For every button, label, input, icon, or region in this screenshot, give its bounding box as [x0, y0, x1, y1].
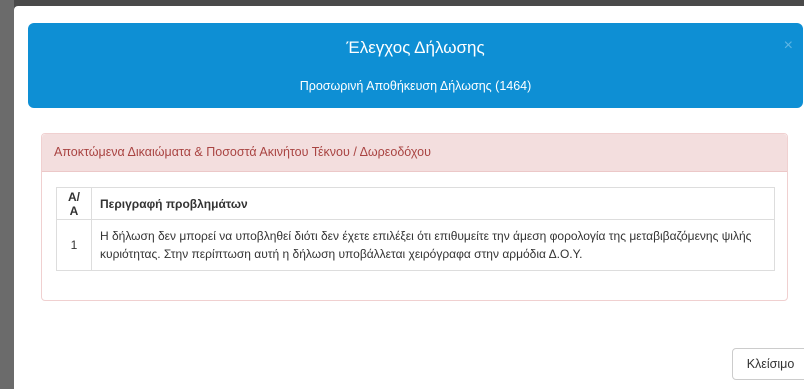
table-row: 1 Η δήλωση δεν μπορεί να υποβληθεί διότι… — [56, 219, 775, 271]
row-index: 1 — [56, 219, 92, 271]
modal-title: Έλεγχος Δήλωσης — [346, 38, 485, 57]
column-header-description: Περιγραφή προβλημάτων — [91, 187, 775, 220]
close-icon[interactable]: × — [784, 37, 793, 55]
row-description: Η δήλωση δεν μπορεί να υποβληθεί διότι δ… — [91, 219, 775, 271]
table-header-row: Α/Α Περιγραφή προβλημάτων — [56, 187, 775, 220]
page-backdrop — [0, 0, 14, 389]
modal-header: Έλεγχος Δήλωσης Προσωρινή Αποθήκευση Δήλ… — [28, 23, 803, 108]
panel-heading: Αποκτώμενα Δικαιώματα & Ποσοστά Ακινήτου… — [42, 134, 787, 172]
problems-table: Α/Α Περιγραφή προβλημάτων 1 Η δήλωση δεν… — [56, 187, 775, 271]
problems-panel: Αποκτώμενα Δικαιώματα & Ποσοστά Ακινήτου… — [41, 133, 788, 301]
column-header-index: Α/Α — [56, 187, 92, 220]
close-button[interactable]: Κλείσιμο — [732, 348, 804, 380]
declaration-check-modal: Έλεγχος Δήλωσης Προσωρινή Αποθήκευση Δήλ… — [14, 6, 804, 389]
modal-subtitle: Προσωρινή Αποθήκευση Δήλωσης (1464) — [299, 79, 532, 93]
